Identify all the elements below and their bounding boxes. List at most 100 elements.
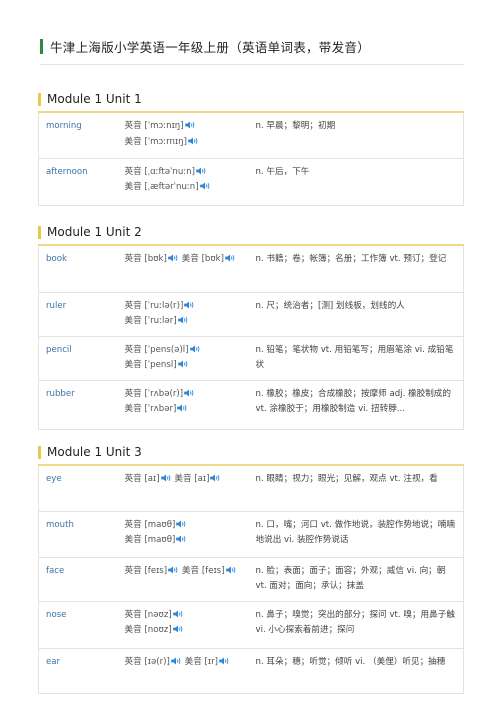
pronunciation-line: 美音 [ˈmɔːrnɪŋ] [125, 135, 252, 151]
table-row: afternoon 英音 [ˌɑːftəˈnuːn] 美音 [ˌæftərˈnuːn… [38, 158, 464, 206]
definition-cell: n. 橡胶；橡皮；合成橡胶；按摩师 adj. 橡胶制成的 vt. 涂橡胶于；用橡… [251, 380, 464, 430]
pronunciation-cell: 英音 [ˈmɔːnɪŋ] 美音 [ˈmɔːrnɪŋ] [120, 112, 252, 159]
definition-text: n. 眼睛；视力；眼光；见解，观点 vt. 注视，看 [255, 474, 438, 484]
word-cell: morning [38, 112, 121, 159]
speaker-icon[interactable] [177, 404, 188, 412]
pronunciation-cell: 英音 [aɪ] 美音 [aɪ] [120, 465, 252, 512]
table-row: pencil 英音 [ˈpens(ə)l] 美音 [ˈpensl] n. 铅笔；笔状物… [38, 336, 464, 381]
speaker-icon[interactable] [189, 344, 201, 353]
unit-section: Module 1 Unit 2 book 英音 [bʊk] 美音 [bʊk] n. 书… [38, 224, 464, 430]
definition-text: n. 橡胶；橡皮；合成橡胶；按摩师 adj. 橡胶制成的 vt. 涂橡胶于；用橡… [255, 388, 452, 415]
accent-label: 英音 [124, 656, 142, 667]
pronunciation-line: 英音 [ˈrʌbə(r)] [125, 387, 252, 403]
speaker-icon[interactable] [188, 136, 199, 145]
speaker-icon[interactable] [168, 565, 179, 574]
phonetic-text: [ˈrʌbə(r)] [144, 388, 184, 399]
word-cell: nose [38, 601, 121, 649]
phonetic-text: [ˈmɔːnɪŋ] [144, 121, 184, 131]
accent-label: 英音 [124, 565, 142, 576]
phonetic-text: [feɪs] [201, 565, 225, 576]
accent-label: 美音 [124, 316, 142, 326]
speaker-icon[interactable] [176, 535, 187, 543]
unit-accent-bar [38, 225, 41, 239]
phonetic-text: [ˌɑːftəˈnuːn] [144, 166, 195, 177]
accent-label: 美音 [181, 565, 200, 576]
speaker-icon[interactable] [184, 121, 196, 129]
unit-heading-text: Module 1 Unit 3 [47, 445, 142, 459]
title-divider [40, 64, 464, 65]
word-cell: pencil [38, 336, 121, 381]
word-cell: mouth [38, 511, 121, 558]
accent-label: 英音 [124, 474, 142, 484]
accent-label: 美音 [174, 474, 192, 484]
pronunciation-line: 美音 [ˈrʌbər] [125, 402, 252, 418]
speaker-icon[interactable] [184, 300, 195, 309]
accent-label: 英音 [124, 388, 142, 399]
accent-label: 美音 [181, 254, 199, 264]
definition-cell: n. 尺；统治者；[测] 划线板，划线的人 [251, 292, 464, 337]
speaker-icon[interactable] [199, 182, 211, 190]
pronunciation-line: 美音 [maʊθ] [125, 533, 252, 549]
pronunciation-line: 美音 [noʊz] [125, 623, 252, 639]
pronunciation-line: 英音 [bʊk] 美音 [bʊk] [125, 252, 252, 268]
accent-label: 美音 [124, 182, 142, 192]
accent-label: 美音 [124, 404, 142, 414]
phonetic-text: [nəʊz] [144, 609, 172, 620]
pronunciation-cell: 英音 [feɪs] 美音 [feɪs] [120, 557, 252, 602]
speaker-icon[interactable] [168, 254, 179, 262]
phonetic-text: [ˈrʌbər] [144, 404, 177, 414]
speaker-icon[interactable] [160, 474, 172, 482]
speaker-icon[interactable] [225, 254, 236, 262]
pronunciation-line: 美音 [ˌæftərˈnuːn] [125, 180, 252, 196]
phonetic-text: [aɪ] [144, 474, 160, 484]
definition-text: n. 脸；表面；面子；面容；外观；威信 vi. 向；朝 vt. 面对；面向；承认… [255, 565, 446, 592]
speaker-icon[interactable] [196, 166, 207, 175]
phonetic-text: [maʊθ] [144, 535, 176, 545]
vocab-table: morning 英音 [ˈmɔːnɪŋ] 美音 [ˈmɔːrnɪŋ] n. 早晨；黎明… [38, 111, 464, 206]
unit-accent-bar [38, 92, 41, 106]
pronunciation-line: 英音 [aɪ] 美音 [aɪ] [125, 472, 252, 488]
unit-heading-text: Module 1 Unit 1 [47, 92, 142, 106]
definition-cell: n. 脸；表面；面子；面容；外观；威信 vi. 向；朝 vt. 面对；面向；承认… [251, 557, 464, 602]
speaker-icon[interactable] [171, 656, 182, 665]
definition-cell: n. 眼睛；视力；眼光；见解，观点 vt. 注视，看 [251, 465, 464, 512]
word-cell: eye [38, 465, 121, 512]
speaker-icon[interactable] [210, 474, 221, 482]
definition-cell: n. 耳朵；穗；听觉；倾听 vi. （美俚）听见；抽穗 [251, 648, 464, 694]
vocab-table: book 英音 [bʊk] 美音 [bʊk] n. 书籍；卷；帐簿；名册；工作簿 v… [38, 244, 464, 430]
phonetic-text: [noʊz] [144, 625, 172, 635]
definition-text: n. 口，嘴；河口 vt. 做作地说，装腔作势地说；喃喃地说出 vi. 装腔作势… [255, 519, 455, 546]
unit-heading-text: Module 1 Unit 2 [47, 225, 142, 239]
pronunciation-cell: 英音 [ˈpens(ə)l] 美音 [ˈpensl] [120, 336, 252, 381]
speaker-icon[interactable] [219, 656, 230, 665]
speaker-icon[interactable] [172, 609, 184, 618]
word-cell: book [38, 245, 121, 293]
phonetic-text: [ˈmɔːrnɪŋ] [144, 136, 187, 147]
speaker-icon[interactable] [176, 519, 187, 528]
accent-label: 英音 [124, 254, 142, 264]
table-row: rubber 英音 [ˈrʌbə(r)] 美音 [ˈrʌbər] n. 橡胶；橡皮；合… [38, 380, 464, 430]
speaker-icon[interactable] [184, 388, 195, 397]
accent-label: 英音 [124, 300, 142, 311]
speaker-icon[interactable] [177, 316, 189, 324]
pronunciation-line: 英音 [ˈmɔːnɪŋ] [125, 119, 252, 135]
speaker-icon[interactable] [172, 625, 184, 633]
table-row: ruler 英音 [ˈruːlə(r)] 美音 [ˈruːlər] n. 尺；统治者；… [38, 292, 464, 337]
unit-section: Module 1 Unit 1 morning 英音 [ˈmɔːnɪŋ] 美音 [ˈm… [38, 91, 464, 206]
definition-cell: n. 鼻子；嗅觉；突出的部分；探问 vt. 嗅；用鼻子触 vi. 小心探索着前进… [251, 601, 464, 649]
table-row: eye 英音 [aɪ] 美音 [aɪ] n. 眼睛；视力；眼光；见解，观点 vt. … [38, 465, 464, 512]
phonetic-text: [ˈruːlər] [144, 316, 177, 326]
definition-cell: n. 口，嘴；河口 vt. 做作地说，装腔作势地说；喃喃地说出 vi. 装腔作势… [251, 511, 464, 558]
unit-heading: Module 1 Unit 2 [38, 224, 464, 240]
accent-label: 英音 [124, 121, 142, 131]
definition-cell: n. 铅笔；笔状物 vt. 用铅笔写；用眉笔涂 vi. 成铅笔状 [251, 336, 464, 381]
table-row: face 英音 [feɪs] 美音 [feɪs] n. 脸；表面；面子；面容；外观；… [38, 557, 464, 602]
accent-label: 美音 [124, 136, 142, 147]
definition-cell: n. 午后，下午 [251, 158, 464, 206]
phonetic-text: [feɪs] [144, 565, 168, 576]
pronunciation-cell: 英音 [ˌɑːftəˈnuːn] 美音 [ˌæftərˈnuːn] [120, 158, 252, 206]
phonetic-text: [ˌæftərˈnuːn] [144, 182, 199, 192]
speaker-icon[interactable] [225, 565, 237, 574]
speaker-icon[interactable] [177, 360, 189, 368]
word-cell: afternoon [38, 158, 121, 206]
